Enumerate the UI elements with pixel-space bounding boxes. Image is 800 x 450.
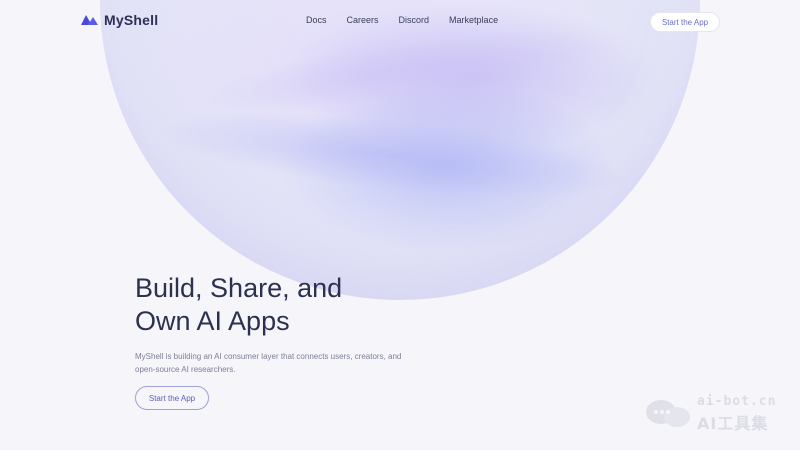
watermark-brand: AI工具集: [697, 414, 769, 433]
nav-link-docs[interactable]: Docs: [306, 15, 327, 25]
hero-subtitle: MyShell is building an AI consumer layer…: [135, 352, 402, 374]
nav-start-app-button[interactable]: Start the App: [650, 12, 720, 32]
hero-title-line-2: Own AI Apps: [135, 306, 290, 336]
top-navigation: MyShell Docs Careers Discord Marketplace…: [0, 0, 800, 44]
hero-title-line-1: Build, Share, and: [135, 273, 343, 303]
watermark-domain: ai-bot.cn: [697, 394, 777, 409]
myshell-logo-icon: [80, 13, 100, 27]
nav-links: Docs Careers Discord Marketplace: [306, 15, 498, 25]
hero-start-app-button[interactable]: Start the App: [135, 386, 209, 410]
chat-bubbles-icon: [645, 398, 691, 435]
brand-logo[interactable]: MyShell: [80, 12, 158, 28]
nav-link-marketplace[interactable]: Marketplace: [449, 15, 498, 25]
brand-name: MyShell: [104, 12, 159, 28]
watermark: ai-bot.cn AI工具集: [645, 394, 795, 434]
nav-link-careers[interactable]: Careers: [347, 15, 379, 25]
page: MyShell Docs Careers Discord Marketplace…: [0, 0, 800, 450]
nav-link-discord[interactable]: Discord: [399, 15, 430, 25]
hero-title: Build, Share, and Own AI Apps: [135, 272, 455, 338]
